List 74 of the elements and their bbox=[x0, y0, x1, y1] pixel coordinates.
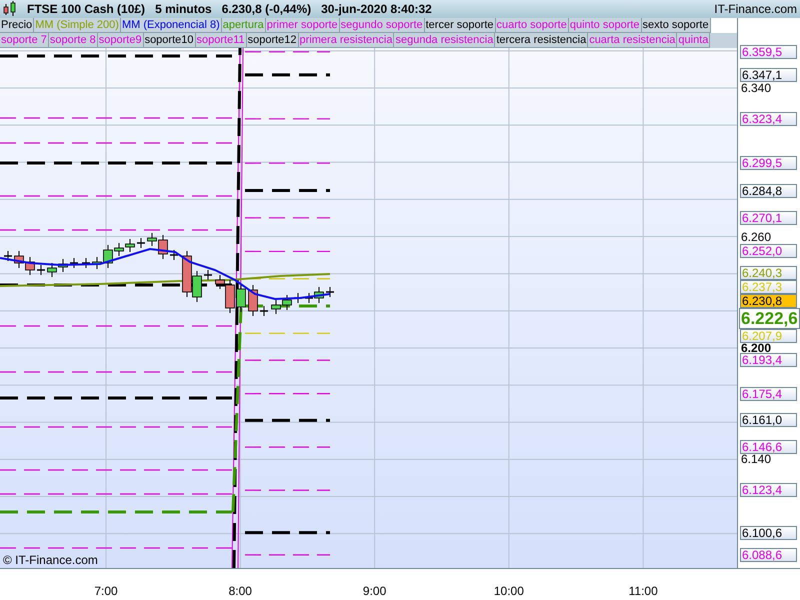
legend-item[interactable]: segundo soporte bbox=[340, 18, 425, 33]
price-level-label: 6.161,0 bbox=[742, 413, 782, 428]
datetime-label: 30-jun-2020 8:40:32 bbox=[321, 1, 432, 18]
price-level-label: 6.088,6 bbox=[742, 548, 782, 562]
candlestick bbox=[82, 258, 90, 268]
candlestick bbox=[271, 300, 281, 314]
legend-item[interactable]: soporte10 bbox=[144, 33, 196, 48]
price-level-label: 6.193,4 bbox=[742, 353, 782, 368]
legend-item[interactable]: soporte9 bbox=[98, 33, 144, 48]
price-level-label: 6.175,4 bbox=[742, 386, 782, 401]
legend-item[interactable]: tercera resistencia bbox=[495, 33, 588, 48]
price-level-label: 6.347,1 bbox=[742, 68, 782, 82]
price-tick-label: 6.340 bbox=[741, 81, 772, 95]
candlestick bbox=[282, 294, 292, 310]
legend-item[interactable]: quinta bbox=[677, 33, 710, 48]
legend-item[interactable]: Precio bbox=[0, 18, 34, 33]
time-tick-label: 10:00 bbox=[494, 584, 524, 598]
price-tick-label: 6.140 bbox=[741, 452, 772, 466]
price-level-label: 6.123,4 bbox=[742, 483, 782, 498]
candlestick bbox=[47, 262, 57, 278]
interval-label: 5 minutos bbox=[155, 1, 212, 18]
price-level-label: 6.230,8 bbox=[742, 294, 782, 308]
time-tick-label: 11:00 bbox=[628, 584, 658, 598]
candlestick bbox=[70, 258, 78, 268]
candlestick bbox=[170, 250, 178, 260]
price-level-label: 6.359,5 bbox=[742, 44, 782, 59]
candlestick bbox=[14, 250, 24, 268]
legend-item[interactable]: apertura bbox=[222, 18, 266, 33]
candlestick bbox=[326, 286, 334, 298]
candlestick bbox=[137, 238, 145, 248]
price-level-label: 6.222,6 bbox=[741, 309, 798, 328]
legend-item[interactable]: soporte 7 bbox=[0, 33, 49, 48]
candlestick bbox=[260, 306, 268, 316]
copyright-label: © IT-Finance.com bbox=[3, 554, 98, 566]
candlestick bbox=[58, 258, 68, 272]
price-level-label: 6.252,0 bbox=[742, 244, 782, 258]
price-level-label: 6.323,4 bbox=[742, 112, 782, 126]
legend-item[interactable]: quinto soporte bbox=[568, 18, 642, 33]
legend-item[interactable]: soporte11 bbox=[196, 33, 247, 48]
price-level-label: 6.299,5 bbox=[742, 156, 782, 170]
legend-item[interactable]: cuarto soporte bbox=[496, 18, 569, 33]
price-level-label: 6.237,3 bbox=[742, 280, 782, 294]
legend-item[interactable]: primer soporte bbox=[266, 18, 340, 33]
price-level-label: 6.207,9 bbox=[742, 329, 782, 344]
candlestick bbox=[236, 284, 246, 312]
price-level-label: 6.270,1 bbox=[742, 210, 782, 225]
price-level-label: 6.100,6 bbox=[742, 526, 782, 540]
legend-item[interactable]: MM (Exponencial 8) bbox=[120, 18, 222, 33]
candlestick bbox=[37, 264, 45, 276]
candlestick bbox=[248, 284, 258, 316]
candlestick bbox=[125, 238, 135, 252]
legend-item[interactable]: MM (Simple 200) bbox=[34, 18, 121, 33]
legend-item[interactable]: sexto soporte bbox=[642, 18, 711, 33]
instrument-title: FTSE 100 Cash (10£) bbox=[27, 1, 146, 18]
legend-item[interactable]: cuarta resistencia bbox=[588, 33, 678, 48]
legend-item[interactable]: tercer soporte bbox=[424, 18, 496, 33]
price-level-label: 6.146,6 bbox=[742, 440, 782, 454]
candlestick bbox=[204, 270, 212, 280]
legend-item[interactable]: soporte 8 bbox=[48, 33, 98, 48]
legend-item[interactable]: primera resistencia bbox=[298, 33, 394, 48]
price-tick-label: 6.200 bbox=[741, 340, 772, 355]
candlestick bbox=[25, 256, 35, 276]
price-level-label: 6.240,3 bbox=[742, 266, 782, 280]
candlestick bbox=[4, 250, 12, 262]
candlestick-icon bbox=[3, 1, 17, 17]
time-tick-label: 8:00 bbox=[228, 584, 252, 598]
time-tick-label: 7:00 bbox=[94, 584, 118, 598]
legend-item[interactable]: soporte12 bbox=[246, 33, 299, 48]
brand-label: IT-Finance.com bbox=[714, 1, 797, 18]
price-level-label: 6.284,8 bbox=[742, 184, 782, 198]
price-tick-label: 6.260 bbox=[741, 230, 772, 244]
legend-item[interactable]: segunda resistencia bbox=[394, 33, 496, 48]
time-tick-label: 9:00 bbox=[362, 584, 386, 598]
quote-label: 6.230,8 (-0,44%) bbox=[222, 1, 312, 18]
